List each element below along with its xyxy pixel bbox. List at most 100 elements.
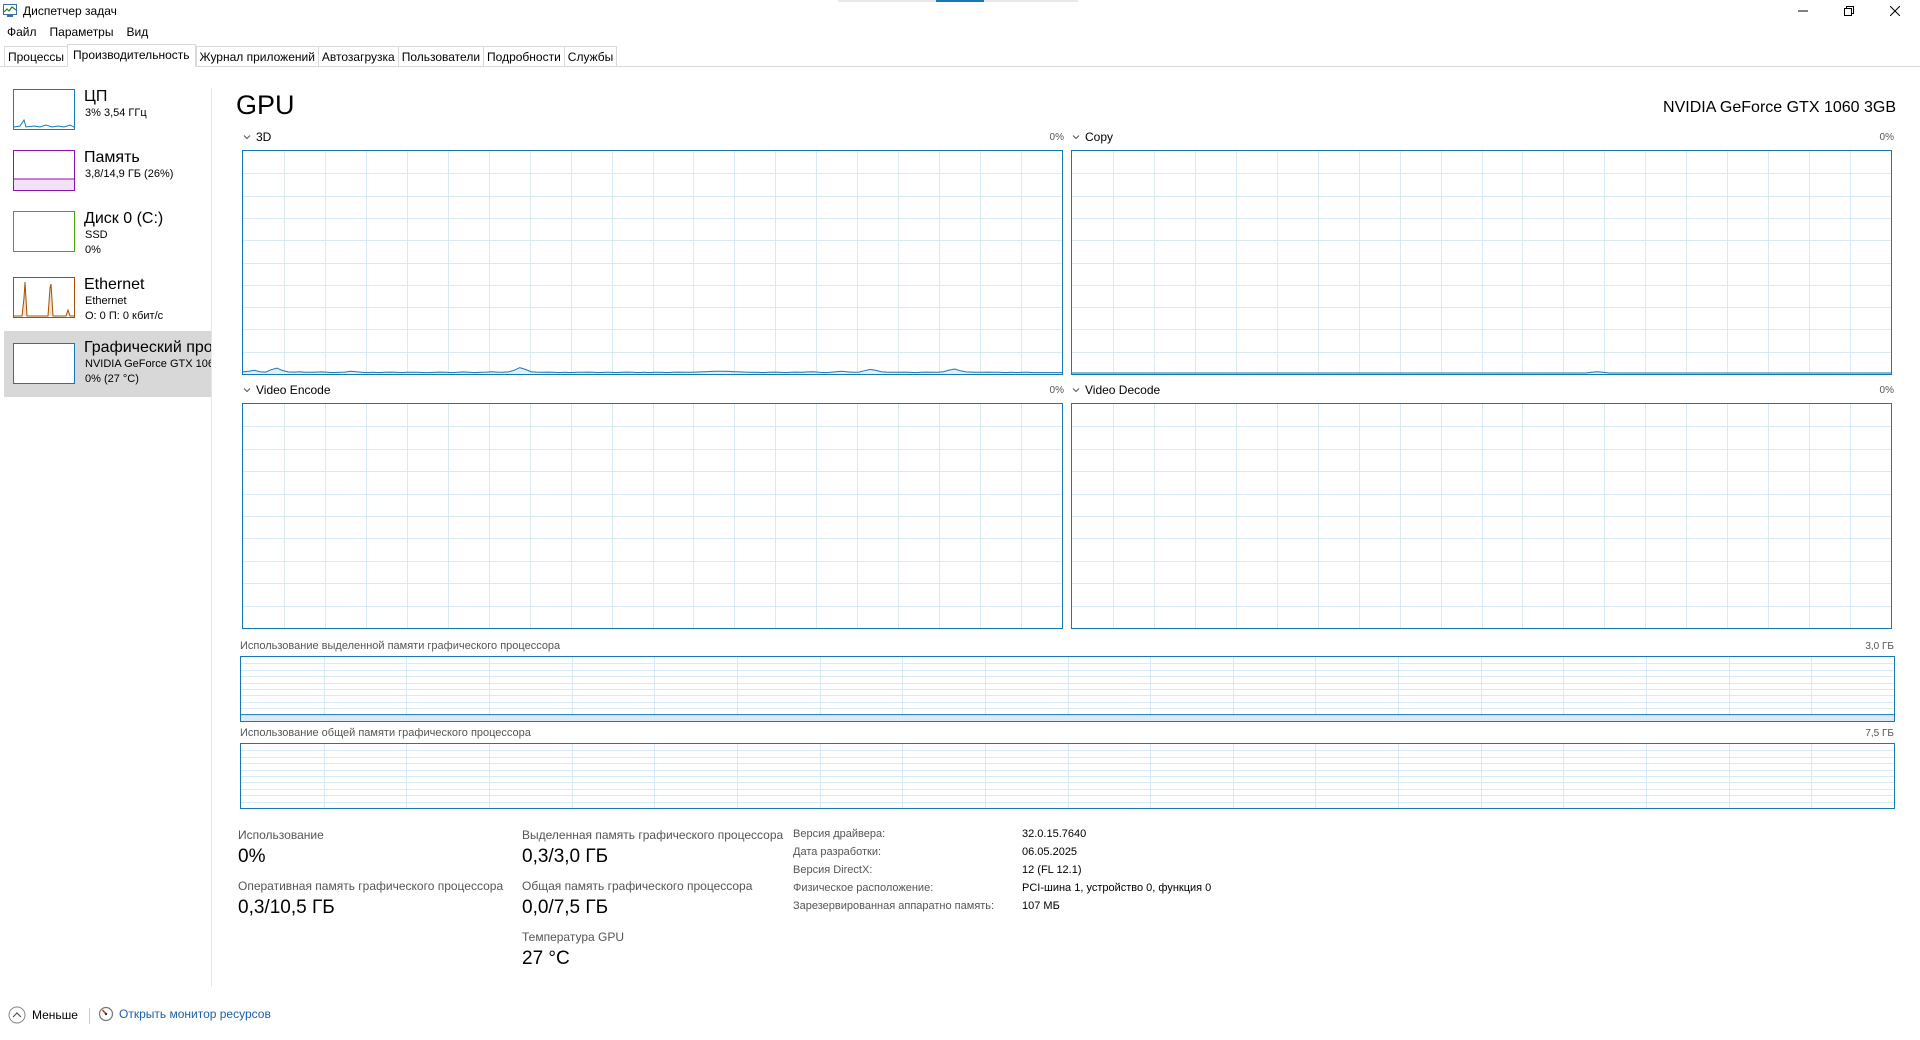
engine-percent: 0%: [1879, 132, 1894, 143]
maximize-button[interactable]: [1826, 0, 1872, 22]
footer: Меньше Открыть монитор ресурсов: [0, 1000, 1920, 1028]
sidebar-item-name: ЦП: [84, 88, 108, 105]
engine-graph-video-encode: [242, 403, 1063, 629]
chevron-down-icon: [243, 135, 251, 140]
menu-bar: Файл Параметры Вид: [0, 23, 154, 41]
sidebar-item-detail: NVIDIA GeForce GTX 106: [85, 358, 211, 370]
sidebar-item-detail: 3% 3,54 ГГц: [85, 107, 147, 119]
sidebar-item-memory[interactable]: Память 3,8/14,9 ГБ (26%): [4, 147, 211, 213]
tab-services[interactable]: Службы: [563, 46, 618, 67]
title-bar: Диспетчер задач: [0, 0, 1920, 22]
engine-label: Video Decode: [1085, 383, 1161, 397]
page-title: GPU: [236, 90, 295, 120]
graph-canvas: [1072, 151, 1891, 374]
shared-memory-graph: [240, 743, 1895, 809]
close-button[interactable]: [1872, 0, 1918, 22]
sidebar-divider: [211, 88, 212, 987]
chevron-down-icon: [1072, 388, 1080, 393]
cpu-thumbnail: [13, 89, 75, 130]
tab-app-history[interactable]: Журнал приложений: [195, 46, 318, 67]
sidebar-item-detail: Ethernet: [85, 295, 127, 307]
dedicated-memory-max: 3,0 ГБ: [1865, 641, 1894, 652]
shared-memory-max: 7,5 ГБ: [1865, 728, 1894, 739]
sidebar-item-detail: SSD: [85, 229, 108, 241]
engine-graph-video-decode: [1071, 403, 1892, 629]
graph-canvas: [1072, 404, 1891, 628]
chevron-down-icon: [243, 388, 251, 393]
graph-canvas: [243, 404, 1062, 628]
ethernet-thumbnail: [13, 277, 75, 318]
engine-percent: 0%: [1049, 132, 1064, 143]
title-accent: [936, 0, 984, 2]
sidebar-item-detail: О: 0 П: 0 кбит/с: [85, 310, 164, 322]
engine-selector-video-decode[interactable]: Video Decode: [1072, 383, 1160, 397]
chevron-down-icon: [1072, 135, 1080, 140]
sidebar-item-name: Диск 0 (C:): [84, 210, 164, 227]
engine-label: 3D: [256, 130, 272, 144]
engine-selector-video-encode[interactable]: Video Encode: [243, 383, 331, 397]
sidebar-item-detail: 0%: [85, 244, 101, 256]
sidebar-item-cpu[interactable]: ЦП 3% 3,54 ГГц: [4, 86, 211, 152]
shared-memory-label: Использование общей памяти графического …: [240, 727, 531, 739]
tab-startup[interactable]: Автозагрузка: [317, 46, 398, 67]
tab-users[interactable]: Пользователи: [397, 46, 484, 67]
menu-options[interactable]: Параметры: [43, 23, 120, 41]
menu-file[interactable]: Файл: [0, 23, 43, 41]
driver-date-value: 06.05.2025: [1022, 846, 1078, 858]
chevron-up-icon: [8, 1006, 26, 1024]
tab-processes[interactable]: Процессы: [4, 46, 68, 67]
driver-version-label: Версия драйвера:: [793, 828, 886, 840]
engine-graph-3d: [242, 150, 1063, 375]
maximize-icon: [1844, 6, 1854, 16]
physical-location-value: PCI-шина 1, устройство 0, функция 0: [1022, 882, 1212, 894]
tab-strip: Процессы Производительность Журнал прило…: [4, 44, 618, 67]
minimize-button[interactable]: [1780, 0, 1826, 22]
shared-memory-stat-label: Общая память графического процессора: [522, 879, 753, 893]
task-manager-icon: [3, 4, 17, 17]
engine-percent: 0%: [1049, 385, 1064, 396]
sidebar-item-detail: 0% (27 °C): [85, 373, 139, 385]
gpu-thumbnail: [13, 343, 75, 384]
engine-label: Copy: [1085, 130, 1114, 144]
sidebar-item-disk[interactable]: Диск 0 (C:) SSD 0%: [4, 208, 211, 274]
directx-version-label: Версия DirectX:: [793, 864, 873, 876]
memory-graph-canvas: [241, 744, 1894, 808]
gpu-temperature-value: 27 °C: [522, 948, 570, 969]
sidebar-item-name: Ethernet: [84, 276, 145, 293]
physical-location-label: Физическое расположение:: [793, 882, 934, 894]
gpu-temperature-label: Температура GPU: [522, 930, 625, 944]
engine-graph-copy: [1071, 150, 1892, 375]
footer-separator: [89, 1008, 90, 1024]
minimize-icon: [1798, 10, 1808, 12]
dedicated-memory-stat-value: 0,3/3,0 ГБ: [522, 846, 609, 867]
dedicated-memory-stat-label: Выделенная память графического процессор…: [522, 828, 784, 842]
graph-canvas: [243, 151, 1062, 374]
directx-version-value: 12 (FL 12.1): [1022, 864, 1082, 876]
gpu-memory-stat-value: 0,3/10,5 ГБ: [238, 897, 335, 918]
engine-percent: 0%: [1879, 385, 1894, 396]
window-title: Диспетчер задач: [23, 4, 117, 18]
menu-view[interactable]: Вид: [119, 23, 154, 41]
engine-label: Video Encode: [256, 383, 331, 397]
engine-selector-copy[interactable]: Copy: [1072, 130, 1113, 144]
usage-value: 0%: [238, 846, 266, 867]
resource-monitor-label: Открыть монитор ресурсов: [119, 1007, 271, 1021]
tab-performance[interactable]: Производительность: [67, 44, 196, 67]
sidebar-item-detail: 3,8/14,9 ГБ (26%): [85, 168, 174, 180]
close-icon: [1890, 6, 1900, 16]
memory-graph-canvas: [241, 657, 1894, 721]
dedicated-memory-graph: [240, 656, 1895, 722]
fewer-details-button[interactable]: Меньше: [8, 1006, 78, 1024]
sidebar-item-gpu[interactable]: Графический про NVIDIA GeForce GTX 106 0…: [4, 331, 211, 397]
shared-memory-stat-value: 0,0/7,5 ГБ: [522, 897, 609, 918]
reserved-memory-label: Зарезервированная аппаратно память:: [793, 900, 995, 912]
reserved-memory-value: 107 МБ: [1022, 900, 1060, 912]
gpu-memory-stat-label: Оперативная память графического процессо…: [238, 879, 504, 893]
engine-selector-3d[interactable]: 3D: [243, 130, 271, 144]
open-resource-monitor-link[interactable]: Открыть монитор ресурсов: [98, 1006, 271, 1022]
tab-details[interactable]: Подробности: [483, 46, 564, 67]
memory-thumbnail: [13, 150, 75, 191]
memory-fill: [241, 714, 1894, 721]
sidebar: ЦП 3% 3,54 ГГц Память 3,8/14,9 ГБ (26%) …: [0, 86, 211, 986]
fewer-details-label: Меньше: [32, 1008, 78, 1022]
